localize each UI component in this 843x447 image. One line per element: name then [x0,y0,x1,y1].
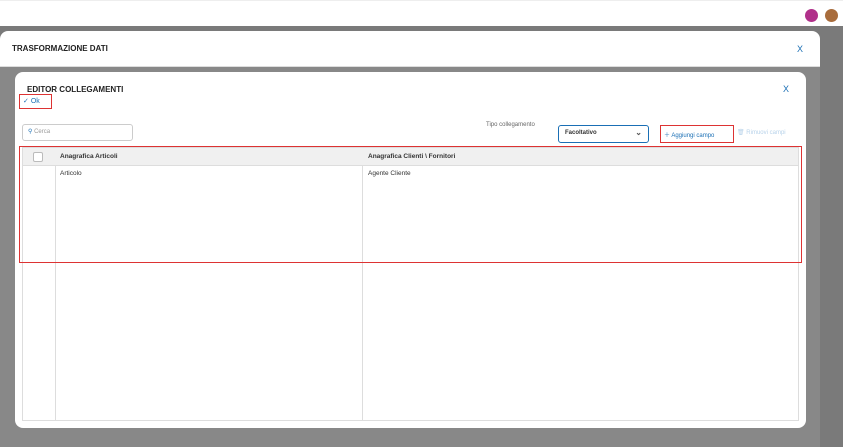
highlight-box [19,146,802,263]
chevron-down-icon: ⌄ [635,128,642,137]
dialog-title: TRASFORMAZIONE DATI [0,31,820,67]
search-input[interactable]: ⚲ Cerca [22,124,133,141]
link-type-select[interactable]: Facoltativo ⌄ [558,125,649,143]
top-bar [0,0,843,26]
close-icon[interactable]: X [783,84,789,94]
add-field-button[interactable]: ＋ Aggiungi campo [660,125,734,143]
link-editor-dialog: EDITOR COLLEGAMENTI X ✓ Ok ⚲ Cerca Tipo … [15,72,806,428]
trash-icon: 🗑 [737,130,747,136]
avatar[interactable] [825,9,838,22]
remove-fields-button[interactable]: 🗑 Rimuovi campi [737,129,786,136]
check-icon: ✓ [23,98,31,105]
avatar[interactable] [805,9,818,22]
link-type-label: Tipo collegamento [486,122,535,128]
ok-button[interactable]: ✓ Ok [19,94,52,109]
close-icon[interactable]: X [797,44,803,54]
dialog-title: EDITOR COLLEGAMENTI [27,85,124,94]
